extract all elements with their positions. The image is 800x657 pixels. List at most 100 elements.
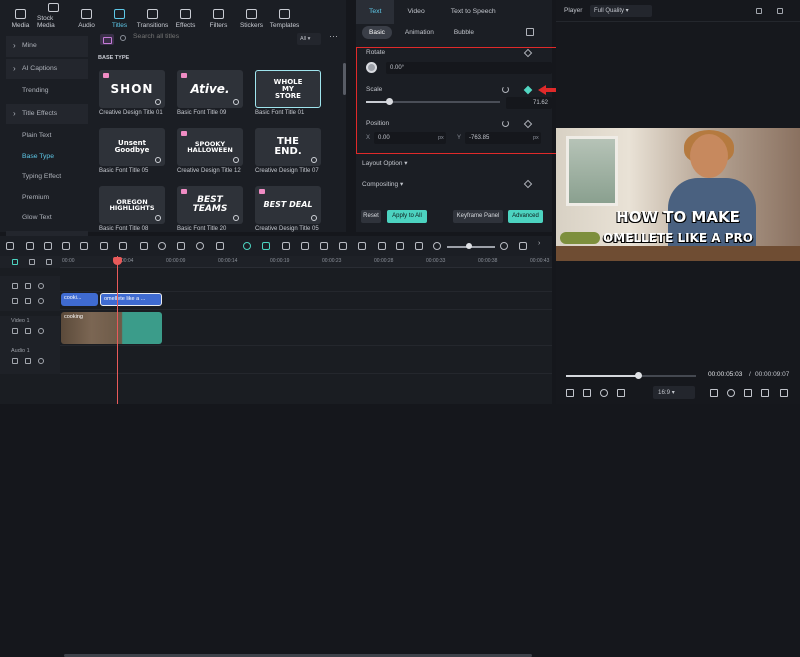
subtitle-icon[interactable]	[396, 242, 404, 250]
tab-templates[interactable]: Templates	[268, 3, 301, 29]
audio-detach-icon[interactable]	[378, 242, 386, 250]
overlay-title-line2[interactable]: OMELLETE LIKE A PRO	[556, 231, 800, 245]
more-tools-icon[interactable]	[216, 242, 224, 250]
zoom-slider-handle[interactable]	[466, 243, 472, 249]
add-track-icon[interactable]	[12, 259, 18, 265]
lane-audio-1[interactable]	[60, 346, 552, 374]
play-icon[interactable]	[600, 389, 608, 397]
download-icon[interactable]	[233, 99, 239, 105]
playhead[interactable]	[117, 256, 118, 404]
download-icon[interactable]	[155, 99, 161, 105]
speed-icon[interactable]	[158, 242, 166, 250]
keyframe-panel-button[interactable]: Keyframe Panel	[453, 210, 503, 223]
layout-grid-icon[interactable]	[6, 242, 14, 250]
link-icon[interactable]	[29, 259, 35, 265]
render-icon[interactable]	[243, 242, 251, 250]
more-options-icon[interactable]: ···	[329, 31, 338, 41]
trash-icon[interactable]	[80, 242, 88, 250]
tab-effects[interactable]: Effects	[169, 3, 202, 29]
sidebar-item-mine[interactable]: Mine	[6, 36, 88, 57]
download-icon[interactable]	[155, 215, 161, 221]
title-thumbnail[interactable]: Unsent Goodbye Basic Font Title 05	[99, 128, 165, 176]
lock-icon[interactable]	[46, 259, 52, 265]
redo-icon[interactable]	[44, 242, 52, 250]
tab-stock-media[interactable]: Stock Media	[37, 3, 70, 29]
tab-titles[interactable]: Titles	[103, 3, 136, 29]
title-thumbnail[interactable]: SHON Creative Design Title 01	[99, 70, 165, 118]
subtab-animation[interactable]: Animation	[398, 26, 441, 39]
subtab-bubble[interactable]: Bubble	[447, 26, 481, 39]
tab-media[interactable]: Media	[4, 3, 37, 29]
more-icon[interactable]: ›	[538, 240, 546, 248]
lane-title-2[interactable]: cooki... omellete like a ...	[60, 292, 552, 310]
download-icon[interactable]	[233, 215, 239, 221]
undo-icon[interactable]	[26, 242, 34, 250]
color-icon[interactable]	[177, 242, 185, 250]
camera-icon[interactable]	[727, 389, 735, 397]
zoom-in-icon[interactable]	[500, 242, 508, 250]
sidebar-item-title-effects[interactable]: Title Effects	[6, 103, 88, 124]
filter-dropdown[interactable]: All ▾	[297, 33, 321, 45]
lock-icon[interactable]	[25, 298, 31, 304]
reset-icon[interactable]	[502, 120, 509, 127]
layout-option-toggle[interactable]: Layout Option ▾	[362, 159, 408, 167]
title-thumbnail[interactable]: Ative. Basic Font Title 09	[177, 70, 243, 118]
apply-to-all-button[interactable]: Apply to All	[387, 210, 427, 223]
delete-icon[interactable]	[62, 242, 70, 250]
beat-icon[interactable]	[358, 242, 366, 250]
compositing-toggle[interactable]: Compositing ▾	[362, 180, 403, 188]
lane-title-1[interactable]	[60, 268, 552, 292]
title-thumbnail[interactable]: SPOOKY HALLOWEEN Creative Design Title 1…	[177, 128, 243, 176]
sidebar-item-glow-text[interactable]: Glow Text	[4, 208, 90, 229]
eye-icon[interactable]	[38, 358, 44, 364]
eye-icon[interactable]	[38, 283, 44, 289]
fullscreen-icon[interactable]	[777, 8, 783, 14]
scrollbar[interactable]	[343, 63, 346, 95]
mixer-icon[interactable]	[320, 242, 328, 250]
reset-icon[interactable]	[502, 86, 509, 93]
position-y-field[interactable]: -763.85	[465, 132, 541, 144]
sidebar-item-ai-captions[interactable]: AI Captions	[6, 58, 88, 79]
download-icon[interactable]	[233, 157, 239, 163]
crop-icon[interactable]	[761, 389, 769, 397]
speaker-icon[interactable]	[25, 358, 31, 364]
voiceover-icon[interactable]	[301, 242, 309, 250]
advanced-button[interactable]: Advanced	[508, 210, 543, 223]
tab-text-to-speech[interactable]: Text to Speech	[438, 0, 509, 24]
title-clip-selected[interactable]: omellete like a ...	[100, 293, 162, 306]
volume-icon[interactable]	[744, 389, 752, 397]
overlay-title-line1[interactable]: HOW TO MAKE	[556, 208, 800, 226]
snap-icon[interactable]	[262, 242, 270, 250]
lane-video-1[interactable]: cooking	[60, 310, 552, 346]
reset-button[interactable]: Reset	[361, 210, 381, 223]
display-icon[interactable]	[710, 389, 718, 397]
title-thumbnail[interactable]: WHOLE MY STORE Basic Font Title 01	[255, 70, 321, 118]
title-thumbnail[interactable]: THE END. Creative Design Title 07	[255, 128, 321, 176]
cut-icon[interactable]	[100, 242, 108, 250]
playhead-handle[interactable]	[113, 257, 122, 265]
keyframe-icon[interactable]	[339, 242, 347, 250]
eye-icon[interactable]	[38, 328, 44, 334]
title-thumbnail[interactable]: BEST DEAL Creative Design Title 05	[255, 186, 321, 234]
tab-video[interactable]: Video	[394, 0, 437, 24]
tab-text[interactable]: Text	[356, 0, 395, 24]
text-icon[interactable]	[119, 242, 127, 250]
step-back-icon[interactable]	[583, 389, 591, 397]
scale-field[interactable]: 71.62	[506, 97, 552, 109]
download-icon[interactable]	[155, 157, 161, 163]
tab-stickers[interactable]: Stickers	[235, 3, 268, 29]
eye-icon[interactable]	[38, 298, 44, 304]
snapshot-icon[interactable]	[756, 8, 762, 14]
sidebar-item-premium[interactable]: Premium	[4, 188, 90, 209]
tab-filters[interactable]: Filters	[202, 3, 235, 29]
sidebar-item-trending[interactable]: Trending	[4, 81, 90, 102]
stop-icon[interactable]	[617, 389, 625, 397]
sidebar-item-typing-effect[interactable]: Typing Effect	[4, 167, 90, 188]
folder-icon[interactable]	[100, 34, 114, 45]
playback-progress-handle[interactable]	[634, 372, 642, 379]
title-thumbnail[interactable]: BEST TEAMS Basic Font Title 20	[177, 186, 243, 234]
ai-tool-icon[interactable]	[196, 242, 204, 250]
timeline-ruler[interactable]: 00:00 00:00:04 00:00:09 00:00:14 00:00:1…	[60, 256, 552, 268]
aspect-ratio-dropdown[interactable]: 16:9 ▾	[653, 386, 695, 399]
title-clip[interactable]: cooki...	[61, 293, 98, 306]
